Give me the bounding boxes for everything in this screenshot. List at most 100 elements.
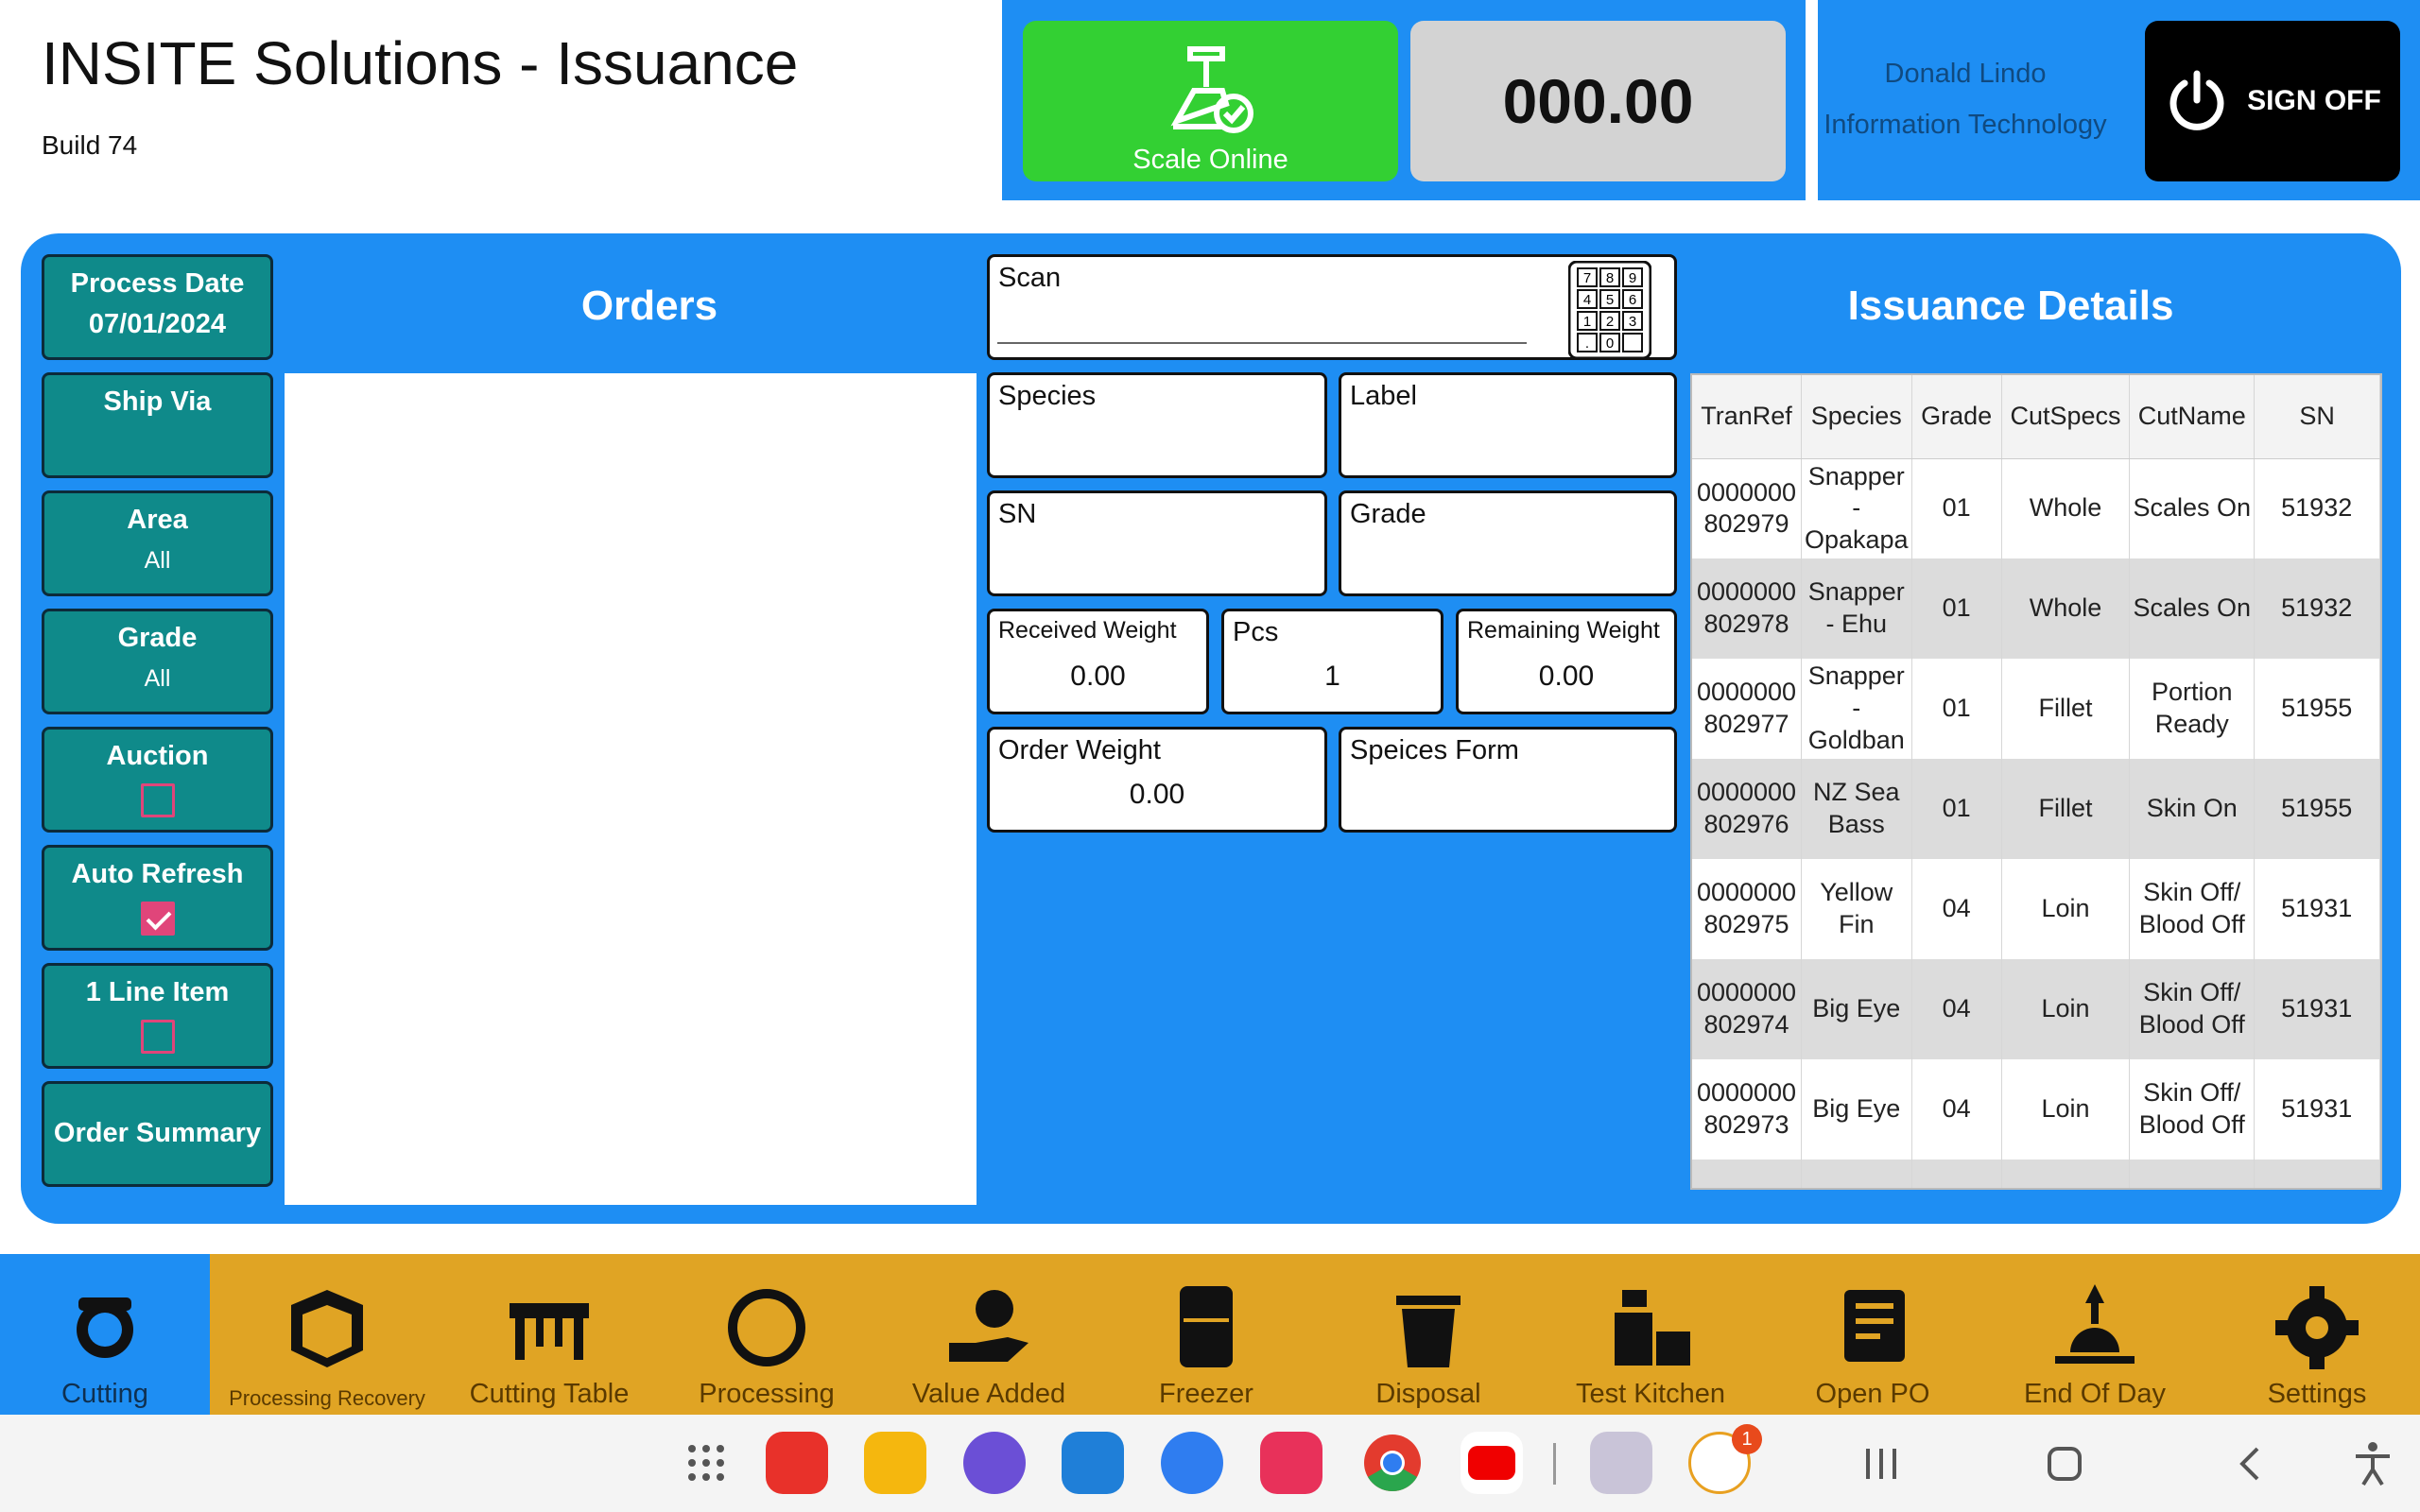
column-header[interactable]: Grade: [1911, 375, 2002, 459]
nav-end-of-day[interactable]: End Of Day: [1990, 1254, 2200, 1415]
power-icon: [2169, 70, 2224, 130]
remaining-weight-label: Remaining Weight: [1467, 617, 1660, 644]
nav-disposal[interactable]: Disposal: [1323, 1254, 1533, 1415]
keypad-key-label: 3: [1629, 314, 1636, 330]
remaining-weight-field[interactable]: Remaining Weight 0.00: [1456, 609, 1677, 714]
auction-label: Auction: [106, 741, 209, 771]
box-icon: [291, 1290, 363, 1367]
youtube-app-icon[interactable]: [1461, 1432, 1523, 1494]
accessibility-icon[interactable]: [2352, 1441, 2394, 1486]
orders-list[interactable]: [285, 373, 977, 1205]
species-form-field[interactable]: Speices Form: [1339, 727, 1677, 833]
nav-cutting[interactable]: Cutting: [0, 1254, 210, 1415]
calendar-app-icon[interactable]: [1062, 1432, 1124, 1494]
species-field[interactable]: Species: [987, 372, 1327, 478]
cutname-cell: Scales On: [2129, 558, 2256, 659]
nav-test-kitchen[interactable]: Test Kitchen: [1546, 1254, 1755, 1415]
user-department: Information Technology: [1824, 110, 2107, 140]
process-date-button[interactable]: Process Date 07/01/2024: [42, 254, 273, 360]
column-header[interactable]: Species: [1801, 375, 1912, 459]
tranref-cell: 0000000 802978: [1692, 558, 1803, 659]
column-header[interactable]: TranRef: [1692, 375, 1803, 459]
nav-settings[interactable]: Settings: [2212, 1254, 2420, 1415]
weight-display: 000.00: [1410, 21, 1786, 181]
nav-freezer[interactable]: Freezer: [1101, 1254, 1311, 1415]
process-date-value: 07/01/2024: [88, 309, 227, 339]
table-row[interactable]: 0000000 802973 Big Eye 04 Loin Skin Off/Blood…: [1692, 1059, 2380, 1160]
home-icon[interactable]: [2046, 1445, 2083, 1483]
species-cell: Snapper - Goldban: [1801, 659, 1912, 759]
tranref-cell: 0000000 802977: [1692, 659, 1803, 759]
notes-app-icon[interactable]: [766, 1432, 828, 1494]
cutspecs-cell: Fillet: [2001, 659, 2131, 759]
table-row[interactable]: 0000000 Skin Off/: [1692, 1160, 2380, 1188]
sn-label: SN: [998, 499, 1037, 529]
nav-processing-recovery[interactable]: Processing Recovery: [222, 1254, 432, 1415]
tranref-cell: 0000000 802974: [1692, 959, 1803, 1059]
messages-app-icon[interactable]: [1161, 1432, 1223, 1494]
recent-apps-icon[interactable]: [1862, 1445, 1900, 1483]
scale-status-button[interactable]: Scale Online: [1023, 21, 1398, 181]
cutspecs-cell: Whole: [2001, 558, 2131, 659]
keypad-key-label: 7: [1583, 270, 1591, 286]
received-weight-field[interactable]: Received Weight 0.00: [987, 609, 1209, 714]
tranref-cell: 0000000 802976: [1692, 759, 1803, 859]
grade-filter-button[interactable]: Grade All: [42, 609, 273, 714]
table-row[interactable]: 0000000 802978 Snapper - Ehu 01 Whole Scales O…: [1692, 558, 2380, 659]
files-app-icon[interactable]: [864, 1432, 926, 1494]
line-item-checkbox[interactable]: [140, 1020, 175, 1054]
ship-via-button[interactable]: Ship Via: [42, 372, 273, 478]
sn-cell: 51955: [2254, 659, 2380, 759]
sn-cell: 51932: [2254, 558, 2380, 659]
scale-panel: Scale Online 000.00: [1002, 0, 1806, 200]
column-header[interactable]: CutName: [2129, 375, 2256, 459]
label-field[interactable]: Label: [1339, 372, 1677, 478]
order-weight-field[interactable]: Order Weight 0.00: [987, 727, 1327, 833]
nav-open-po[interactable]: Open PO: [1768, 1254, 1978, 1415]
column-header[interactable]: SN: [2254, 375, 2380, 459]
nav-processing[interactable]: Processing: [662, 1254, 872, 1415]
grade-field[interactable]: Grade: [1339, 490, 1677, 596]
species-cell: Yellow Fin: [1801, 859, 1912, 959]
grade-filter-label: Grade: [117, 623, 198, 653]
auction-toggle[interactable]: Auction: [42, 727, 273, 833]
cube-app-icon[interactable]: [1590, 1432, 1652, 1494]
table-row[interactable]: 0000000 802977 Snapper - Goldban 01 Fillet Port…: [1692, 659, 2380, 759]
auto-refresh-checkbox[interactable]: [140, 902, 175, 936]
line-item-label: 1 Line Item: [85, 977, 230, 1007]
cutname-cell: Skin Off/Blood Off: [2129, 859, 2256, 959]
auction-checkbox[interactable]: [140, 783, 175, 817]
tranref-cell: 0000000: [1692, 1160, 1803, 1188]
area-value: All: [144, 547, 171, 574]
cutname-cell: Skin Off/Blood Off: [2129, 1059, 2256, 1160]
area-button[interactable]: Area All: [42, 490, 273, 596]
keypad-icon[interactable]: 7 8 9 4 5 6 1 2 3. 0: [1568, 261, 1651, 359]
camera-app-icon[interactable]: [1260, 1432, 1322, 1494]
table-row[interactable]: 0000000 802976 NZ Sea Bass 01 Fillet Skin On 51…: [1692, 759, 2380, 859]
cutspecs-cell: Whole: [2001, 458, 2131, 558]
table-row[interactable]: 0000000 802975 Yellow Fin 04 Loin Skin Off/Blo…: [1692, 859, 2380, 959]
back-icon[interactable]: [2231, 1445, 2269, 1483]
app-drawer-icon[interactable]: [686, 1443, 726, 1483]
label-field-label: Label: [1350, 381, 1417, 411]
nav-value-added[interactable]: Value Added: [884, 1254, 1094, 1415]
sunset-icon: [2055, 1284, 2135, 1364]
nav-cutting-table[interactable]: Cutting Table: [444, 1254, 654, 1415]
scan-field[interactable]: Scan 789 456 123. 0: [987, 254, 1677, 360]
table-row[interactable]: 0000000 802974 Big Eye 04 Loin Skin Off/Blood…: [1692, 959, 2380, 1059]
clock-app-icon[interactable]: [963, 1432, 1026, 1494]
issuance-details-table[interactable]: TranRef Species Grade CutSpecs CutName SN 000…: [1690, 373, 2382, 1190]
sn-field[interactable]: SN: [987, 490, 1327, 596]
line-item-toggle[interactable]: 1 Line Item: [42, 963, 273, 1069]
column-header[interactable]: CutSpecs: [2001, 375, 2131, 459]
sign-off-button[interactable]: SIGN OFF: [2145, 21, 2400, 181]
sn-cell: [2254, 1160, 2380, 1188]
pcs-field[interactable]: Pcs 1: [1221, 609, 1443, 714]
pcs-label: Pcs: [1233, 617, 1279, 647]
chrome-app-icon[interactable]: [1361, 1432, 1424, 1494]
table-row[interactable]: 0000000 802979 Snapper - Opakapa 01 Whole Scale…: [1692, 458, 2380, 558]
auto-refresh-toggle[interactable]: Auto Refresh: [42, 845, 273, 951]
issuance-details-title: Issuance Details: [1847, 283, 2174, 329]
order-summary-button[interactable]: Order Summary: [42, 1081, 273, 1187]
cutname-cell: Skin Off/Blood Off: [2129, 959, 2256, 1059]
